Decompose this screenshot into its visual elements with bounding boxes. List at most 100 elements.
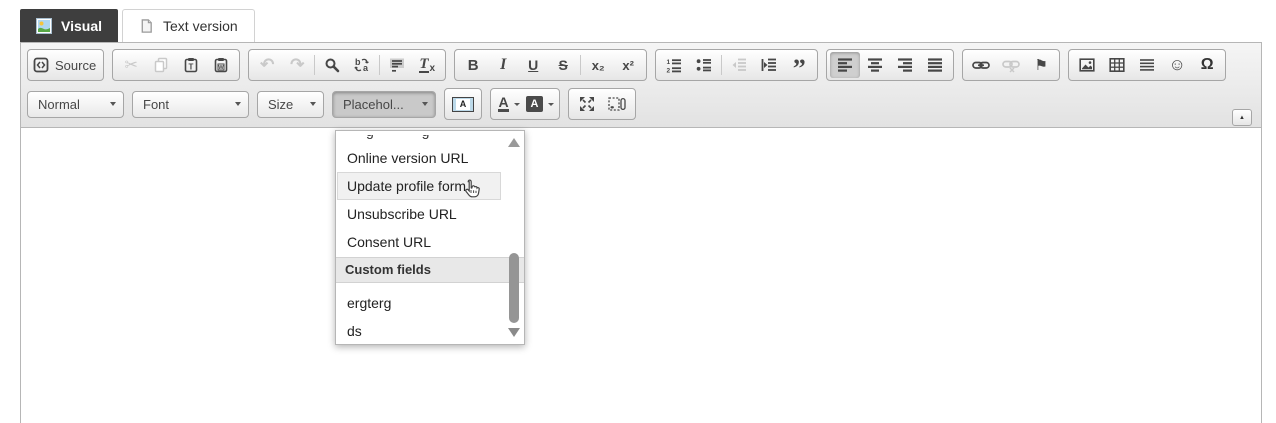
font-combo-label: Font <box>143 97 169 112</box>
dropdown-item-ergterg[interactable]: ergterg <box>337 289 501 317</box>
smiley-button[interactable]: ☺ <box>1162 52 1192 78</box>
undo-icon: ↶ <box>260 55 274 75</box>
anchor-button[interactable]: ⚑ <box>1026 52 1056 78</box>
dropdown-item-online-version-url[interactable]: Online version URL <box>337 144 501 172</box>
cut-button[interactable]: ✂ <box>116 52 146 78</box>
redo-button[interactable]: ↷ <box>282 52 312 78</box>
dropdown-item-consent-url[interactable]: Consent URL <box>337 228 501 256</box>
show-blocks-button[interactable] <box>602 91 632 117</box>
paste-word-icon: W <box>213 57 229 73</box>
format-combo-label: Normal <box>38 97 80 112</box>
chevron-down-icon <box>235 102 241 106</box>
editing-area[interactable] <box>21 128 1261 416</box>
horizontal-rule-icon <box>1139 57 1155 73</box>
bold-icon: B <box>468 57 479 74</box>
maximize-button[interactable] <box>572 91 602 117</box>
undo-button[interactable]: ↶ <box>252 52 282 78</box>
remove-format-button[interactable]: T x <box>412 52 442 78</box>
align-center-button[interactable] <box>860 52 890 78</box>
align-right-icon <box>897 57 913 73</box>
group-placeholder-insert: A <box>444 88 482 120</box>
tab-visual[interactable]: Visual <box>20 9 118 42</box>
copy-button[interactable] <box>146 52 176 78</box>
dropdown-item-unsubscribe-url[interactable]: Unsubscribe URL <box>337 200 501 228</box>
maximize-icon <box>579 96 595 112</box>
bullet-list-icon <box>696 57 712 73</box>
blockquote-button[interactable]: ” <box>784 52 814 78</box>
source-button[interactable]: Source <box>31 52 100 78</box>
group-tools <box>568 88 636 120</box>
remove-format-icon: T <box>419 57 428 73</box>
text-color-button[interactable]: A <box>494 91 524 117</box>
copy-icon <box>153 57 169 73</box>
separator <box>580 55 581 75</box>
editor-tabs: Visual Text version <box>20 9 255 42</box>
scroll-up-arrow-icon[interactable] <box>508 138 520 147</box>
anchor-flag-icon: ⚑ <box>1034 56 1047 74</box>
show-blocks-icon <box>608 96 626 112</box>
chevron-down-icon <box>110 102 116 106</box>
toolbar-row-2: Normal Font Size Placehol... A <box>27 88 1255 120</box>
dropdown-clipped-text: g g <box>366 135 451 139</box>
outdent-icon <box>731 57 747 73</box>
placeholder-box-icon: A <box>452 97 474 112</box>
search-icon <box>324 57 340 73</box>
align-center-icon <box>867 57 883 73</box>
dropdown-clipped-item[interactable]: g g <box>336 135 524 144</box>
collapse-arrow-icon: ▲ <box>1239 115 1245 121</box>
indent-icon <box>761 57 777 73</box>
superscript-icon: x² <box>622 58 634 73</box>
replace-button[interactable]: b a <box>347 52 377 78</box>
align-right-button[interactable] <box>890 52 920 78</box>
bold-button[interactable]: B <box>458 52 488 78</box>
align-left-icon <box>837 57 853 73</box>
toolbar-collapse-button[interactable]: ▲ <box>1232 109 1252 126</box>
chevron-down-icon <box>310 102 316 106</box>
align-justify-button[interactable] <box>920 52 950 78</box>
paste-plain-text-button[interactable]: T <box>176 52 206 78</box>
tab-text-version[interactable]: Text version <box>122 9 255 42</box>
numbered-list-icon: 1 2 <box>666 57 682 73</box>
paste-from-word-button[interactable]: W <box>206 52 236 78</box>
select-all-button[interactable] <box>382 52 412 78</box>
dropdown-group-header-custom-fields: Custom fields <box>336 257 524 283</box>
font-combo[interactable]: Font <box>132 91 249 118</box>
align-left-button[interactable] <box>830 52 860 78</box>
subscript-button[interactable]: x₂ <box>583 52 613 78</box>
unlink-icon <box>1002 57 1020 73</box>
insert-table-button[interactable] <box>1102 52 1132 78</box>
insert-image-button[interactable] <box>1072 52 1102 78</box>
underline-button[interactable]: U <box>518 52 548 78</box>
special-char-button[interactable]: Ω <box>1192 52 1222 78</box>
italic-button[interactable]: I <box>488 52 518 78</box>
list-number-2: 2 <box>667 68 671 74</box>
insert-table-icon <box>1109 57 1125 73</box>
unlink-button[interactable] <box>996 52 1026 78</box>
horizontal-rule-button[interactable] <box>1132 52 1162 78</box>
format-combo[interactable]: Normal <box>27 91 124 118</box>
dropdown-scrollbar[interactable] <box>507 135 521 340</box>
scroll-down-arrow-icon[interactable] <box>508 328 520 337</box>
subscript-icon: x₂ <box>592 58 605 73</box>
select-all-icon <box>389 57 405 73</box>
placeholder-combo[interactable]: Placehol... <box>332 91 436 118</box>
background-color-button[interactable]: A <box>524 91 556 117</box>
scrollbar-thumb[interactable] <box>509 253 519 323</box>
hand-cursor-icon <box>460 178 484 204</box>
group-links: ⚑ <box>962 49 1060 81</box>
find-button[interactable] <box>317 52 347 78</box>
bullet-list-button[interactable] <box>689 52 719 78</box>
link-button[interactable] <box>966 52 996 78</box>
increase-indent-button[interactable] <box>754 52 784 78</box>
dropdown-item-ds[interactable]: ds <box>337 317 501 345</box>
chevron-down-icon <box>422 102 428 106</box>
superscript-button[interactable]: x² <box>613 52 643 78</box>
strikethrough-icon: S <box>559 57 568 73</box>
numbered-list-button[interactable]: 1 2 <box>659 52 689 78</box>
placeholder-insert-button[interactable]: A <box>448 91 478 117</box>
strikethrough-button[interactable]: S <box>548 52 578 78</box>
group-lists: 1 2 <box>655 49 818 81</box>
size-combo[interactable]: Size <box>257 91 324 118</box>
decrease-indent-button[interactable] <box>724 52 754 78</box>
paste-text-icon: T <box>183 57 199 73</box>
